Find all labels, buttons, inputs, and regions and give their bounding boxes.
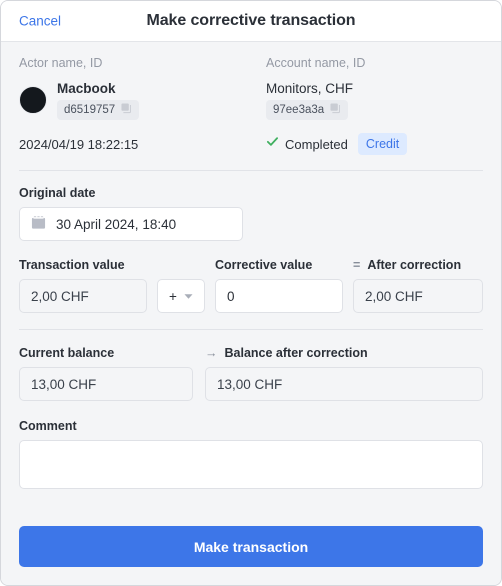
equals-symbol: = (353, 258, 361, 272)
value-row: Transaction value 2,00 CHF + Corrective … (19, 258, 483, 313)
cancel-button[interactable]: Cancel (19, 14, 61, 29)
dialog-body: Actor name, ID Macbook d6519757 2024/04/… (1, 42, 501, 585)
operator-value: + (169, 288, 177, 304)
actor-name: Macbook (57, 80, 116, 96)
meta-section: Actor name, ID Macbook d6519757 2024/04/… (19, 42, 483, 158)
account-name: Monitors, CHF (266, 80, 354, 96)
corrective-value-group: Corrective value (215, 258, 343, 313)
corrective-transaction-dialog: Cancel Make corrective transaction Actor… (0, 0, 502, 586)
account-row: Monitors, CHF 97ee3a3a (266, 80, 483, 120)
divider (19, 170, 483, 171)
calendar-icon (31, 215, 46, 233)
after-correction-label: After correction (367, 258, 462, 272)
balance-after-label: Balance after correction (224, 346, 368, 360)
actor-id-chip[interactable]: d6519757 (57, 99, 140, 120)
account-id-value: 97ee3a3a (273, 103, 325, 116)
comment-input[interactable] (19, 440, 483, 489)
page-title: Make corrective transaction (146, 12, 356, 29)
status-row: Completed Credit (266, 130, 483, 158)
actor-id-value: d6519757 (64, 103, 116, 116)
comment-label: Comment (19, 419, 77, 433)
operator-select[interactable]: + (157, 279, 205, 313)
original-date-input[interactable]: 30 April 2024, 18:40 (19, 207, 243, 241)
comment-section: Comment (19, 419, 483, 494)
status-badge[interactable]: Credit (357, 133, 408, 155)
current-balance-value: 13,00 CHF (31, 376, 97, 392)
make-transaction-button[interactable]: Make transaction (19, 526, 483, 567)
divider (19, 329, 483, 330)
original-date-section: Original date 30 April 2024, 18:40 (19, 186, 483, 241)
chevron-down-icon (184, 287, 193, 305)
copy-icon[interactable] (330, 102, 341, 117)
original-date-value: 30 April 2024, 18:40 (56, 216, 177, 232)
submit-area: Make transaction (19, 526, 483, 585)
balance-after-label-wrap: → Balance after correction (205, 346, 483, 360)
current-balance-label: Current balance (19, 346, 115, 360)
dialog-titlebar: Cancel Make corrective transaction (1, 1, 501, 42)
avatar (19, 86, 47, 114)
current-balance-field: 13,00 CHF (19, 367, 193, 401)
after-correction-group: = After correction 2,00 CHF (353, 258, 483, 313)
account-label: Account name, ID (266, 56, 366, 70)
balance-row: Current balance 13,00 CHF → Balance afte… (19, 346, 483, 401)
transaction-value-field: 2,00 CHF (19, 279, 147, 313)
transaction-value-label: Transaction value (19, 258, 125, 272)
corrective-value-label: Corrective value (215, 258, 313, 272)
actor-text: Macbook d6519757 (57, 80, 140, 120)
balance-after-field: 13,00 CHF (205, 367, 483, 401)
actor-label: Actor name, ID (19, 56, 103, 70)
balance-after-group: → Balance after correction 13,00 CHF (205, 346, 483, 401)
current-balance-group: Current balance 13,00 CHF (19, 346, 193, 401)
after-correction-value: 2,00 CHF (365, 288, 423, 304)
status-text: Completed (285, 136, 348, 152)
transaction-value-group: Transaction value 2,00 CHF (19, 258, 147, 313)
after-correction-field: 2,00 CHF (353, 279, 483, 313)
transaction-value-text: 2,00 CHF (31, 288, 89, 304)
corrective-value-input[interactable] (215, 279, 343, 313)
operator-group: + (157, 279, 205, 313)
arrow-right-symbol: → (205, 346, 218, 360)
actor-column: Actor name, ID Macbook d6519757 2024/04/… (19, 56, 251, 158)
original-date-label: Original date (19, 186, 96, 200)
copy-icon[interactable] (121, 102, 132, 117)
timestamp-row: 2024/04/19 18:22:15 (19, 130, 251, 158)
account-text: Monitors, CHF 97ee3a3a (266, 81, 353, 120)
account-id-chip[interactable]: 97ee3a3a (266, 99, 349, 120)
check-icon (266, 135, 279, 153)
after-correction-label-wrap: = After correction (353, 258, 483, 272)
actor-row: Macbook d6519757 (19, 80, 251, 120)
account-column: Account name, ID Monitors, CHF 97ee3a3a (251, 56, 483, 158)
balance-after-value: 13,00 CHF (217, 376, 283, 392)
transaction-timestamp: 2024/04/19 18:22:15 (19, 136, 139, 152)
